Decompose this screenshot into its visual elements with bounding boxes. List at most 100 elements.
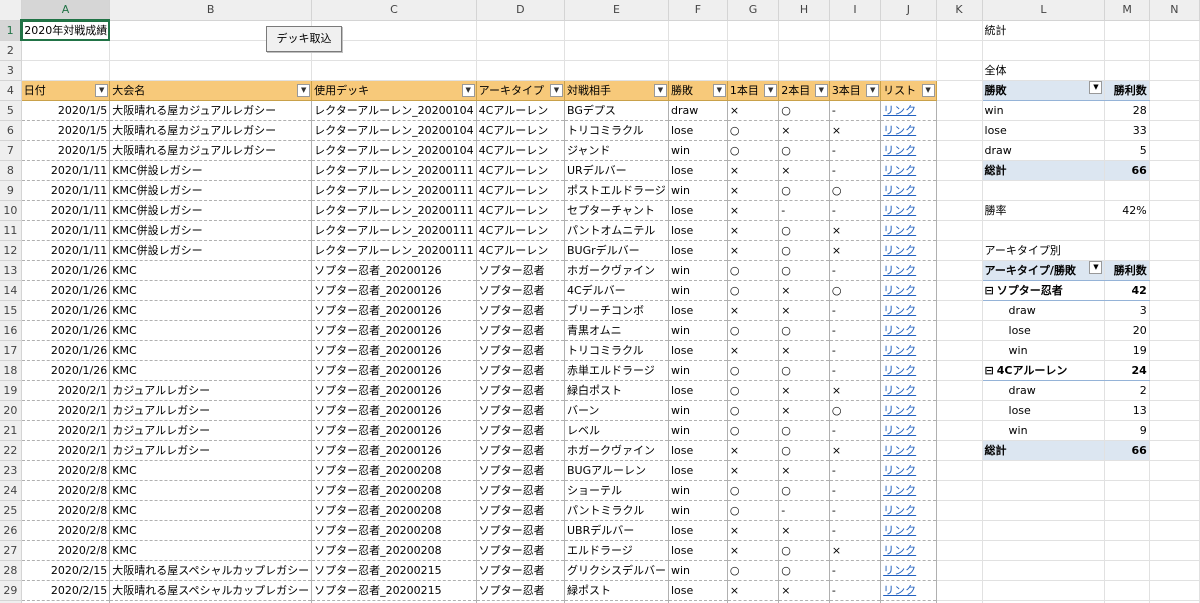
pivot2-header-label[interactable]: アーキタイプ/勝敗 ▼ <box>982 260 1106 281</box>
table-cell[interactable]: リンク <box>880 260 937 281</box>
deck-list-link[interactable]: リンク <box>883 504 916 517</box>
table-cell[interactable]: ソプター忍者_20200208 <box>311 460 477 481</box>
table-cell[interactable]: ソプター忍者 <box>476 580 565 601</box>
cell[interactable] <box>21 60 111 81</box>
table-cell[interactable]: ソプター忍者 <box>476 520 565 541</box>
table-cell[interactable]: 2020/2/8 <box>20 460 111 481</box>
column-header-d[interactable]: D <box>476 0 565 21</box>
cell[interactable] <box>880 40 937 61</box>
table-cell[interactable]: ○ <box>778 440 830 461</box>
table-cell[interactable]: ソプター忍者 <box>476 260 565 281</box>
cell[interactable] <box>1149 400 1200 421</box>
cell[interactable] <box>1104 540 1150 561</box>
cell[interactable] <box>1149 200 1200 221</box>
table-cell[interactable]: × <box>829 240 882 261</box>
cell[interactable] <box>1149 40 1200 61</box>
table-cell[interactable]: ソプター忍者_20200126 <box>311 260 477 281</box>
pivot1-row-value[interactable]: 28 <box>1104 100 1150 121</box>
pivot1-header-value[interactable]: 勝利数 <box>1104 80 1150 101</box>
table-cell[interactable]: 2020/1/26 <box>20 360 111 381</box>
table-cell[interactable]: × <box>778 400 830 421</box>
column-header-k[interactable]: K <box>936 0 983 21</box>
cell[interactable] <box>1149 460 1200 481</box>
by-arch-label-value[interactable] <box>1104 240 1150 261</box>
cell[interactable] <box>936 180 983 201</box>
cell[interactable] <box>1149 240 1200 261</box>
table-header-3[interactable]: 使用デッキ ▼ <box>311 80 477 101</box>
table-cell[interactable]: 2020/2/1 <box>20 420 111 441</box>
table-cell[interactable]: リンク <box>880 560 937 581</box>
table-cell[interactable]: - <box>829 460 882 481</box>
table-cell[interactable]: × <box>778 520 830 541</box>
deck-list-link[interactable]: リンク <box>883 524 916 537</box>
pivot1-row-value[interactable]: 33 <box>1104 120 1150 141</box>
table-cell[interactable]: - <box>829 260 882 281</box>
cell[interactable] <box>829 40 882 61</box>
cell[interactable] <box>476 60 565 81</box>
table-cell[interactable]: レクターアルーレン_20200111 <box>311 220 477 241</box>
table-cell[interactable]: - <box>829 100 882 121</box>
cell[interactable] <box>936 360 983 381</box>
pivot2-group-value[interactable]: 24 <box>1104 360 1150 381</box>
table-cell[interactable]: リンク <box>880 160 937 181</box>
cell[interactable] <box>1149 320 1200 341</box>
deck-list-link[interactable]: リンク <box>883 184 916 197</box>
cell[interactable] <box>1104 220 1150 241</box>
table-cell[interactable]: × <box>778 160 830 181</box>
table-cell[interactable]: 4Cアルーレン <box>476 100 565 121</box>
cell[interactable] <box>1149 280 1200 301</box>
stats-title-value[interactable] <box>1104 20 1150 41</box>
table-cell[interactable]: カジュアルレガシー <box>109 440 313 461</box>
table-cell[interactable]: ○ <box>727 400 780 421</box>
table-cell[interactable]: ソプター忍者_20200208 <box>311 480 477 501</box>
filter-dropdown-icon[interactable]: ▼ <box>764 84 778 97</box>
table-cell[interactable]: ○ <box>727 280 780 301</box>
cell[interactable] <box>21 40 111 61</box>
cell[interactable] <box>1149 260 1200 281</box>
row-header[interactable]: 18 <box>0 360 22 381</box>
cell[interactable] <box>936 460 983 481</box>
table-cell[interactable]: ○ <box>778 540 830 561</box>
table-cell[interactable]: - <box>829 320 882 341</box>
table-cell[interactable]: ○ <box>829 180 882 201</box>
table-cell[interactable]: 大阪晴れる屋スペシャルカップレガシー <box>109 580 313 601</box>
table-header-10[interactable]: リスト ▼ <box>880 80 937 101</box>
table-cell[interactable]: 2020/2/15 <box>20 560 111 581</box>
table-cell[interactable]: win <box>668 320 728 341</box>
table-cell[interactable]: ソプター忍者_20200126 <box>311 280 477 301</box>
table-cell[interactable]: リンク <box>880 420 937 441</box>
pivot2-item-label[interactable]: draw <box>982 380 1106 401</box>
cell[interactable] <box>727 60 780 81</box>
table-cell[interactable]: グリクシスデルバー <box>564 560 669 581</box>
table-cell[interactable]: ソプター忍者 <box>476 340 565 361</box>
table-cell[interactable]: 2020/2/8 <box>20 520 111 541</box>
cell[interactable] <box>982 540 1106 561</box>
filter-dropdown-icon[interactable]: ▼ <box>461 84 475 97</box>
table-cell[interactable]: ポストエルドラージ <box>564 180 669 201</box>
table-cell[interactable]: リンク <box>880 100 937 121</box>
table-cell[interactable]: 2020/2/8 <box>20 540 111 561</box>
row-header[interactable]: 19 <box>0 380 22 401</box>
table-cell[interactable]: lose <box>668 580 728 601</box>
cell[interactable] <box>936 20 983 41</box>
column-header-i[interactable]: I <box>829 0 882 21</box>
table-cell[interactable]: ○ <box>778 100 830 121</box>
table-cell[interactable]: 大阪晴れる屋カジュアルレガシー <box>109 100 313 121</box>
column-header-g[interactable]: G <box>727 0 780 21</box>
table-cell[interactable]: 2020/1/5 <box>20 140 111 161</box>
table-header-2[interactable]: 大会名 ▼ <box>109 80 313 101</box>
cell[interactable] <box>1104 480 1150 501</box>
cell[interactable] <box>936 260 983 281</box>
column-header-b[interactable]: B <box>109 0 313 21</box>
table-cell[interactable]: × <box>829 380 882 401</box>
table-cell[interactable]: ○ <box>727 500 780 521</box>
table-cell[interactable]: KMC <box>109 480 313 501</box>
cell[interactable] <box>982 180 1106 201</box>
cell[interactable] <box>829 20 882 41</box>
table-cell[interactable]: ソプター忍者_20200126 <box>311 380 477 401</box>
cell[interactable] <box>778 20 830 41</box>
row-header[interactable]: 23 <box>0 460 22 481</box>
table-cell[interactable]: × <box>829 440 882 461</box>
table-cell[interactable]: KMC併設レガシー <box>109 160 313 181</box>
pivot1-total-label[interactable]: 総計 <box>982 160 1106 181</box>
